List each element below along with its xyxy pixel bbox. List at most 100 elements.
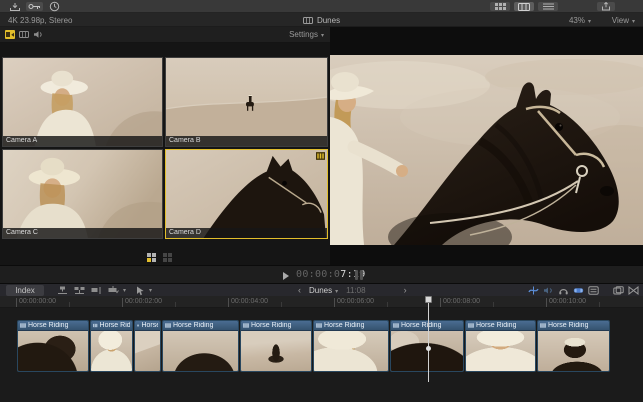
audio-meters-button[interactable]: [355, 270, 363, 280]
angle-label: Camera D: [166, 228, 327, 238]
share-button[interactable]: [597, 2, 615, 11]
angle-grid-16-icon[interactable]: [162, 252, 173, 263]
timeline-clip[interactable]: Horse Riding: [240, 320, 312, 372]
overwrite-edit-icon[interactable]: [108, 286, 119, 295]
clip-appearance-icon[interactable]: [588, 286, 599, 295]
timeline-clip[interactable]: Horse Riding: [162, 320, 239, 372]
timeline-clip[interactable]: Horse Riding: [313, 320, 389, 372]
camera-b-thumbnail: [166, 58, 327, 146]
playhead-handle[interactable]: [425, 296, 432, 303]
clip-thumbnail: [391, 331, 463, 371]
filmstrip-view-icon: [518, 3, 530, 11]
clip-title: Horse Riding: [548, 322, 588, 329]
viewer-title: Dunes: [0, 16, 643, 25]
clip-filmstrip-icon: [165, 323, 171, 328]
camera-c-thumbnail: [3, 150, 162, 238]
keyword-editor-button[interactable]: [26, 2, 43, 11]
angle-label: Camera C: [3, 228, 162, 238]
timeline-index-button[interactable]: Index: [6, 285, 44, 296]
angle-grid-size-buttons: [146, 252, 173, 263]
main-viewer: [330, 27, 643, 265]
clip-thumbnail: [135, 331, 160, 371]
timeline-project-menu[interactable]: Dunes: [309, 286, 338, 295]
timeline-clip[interactable]: Horse Riding: [90, 320, 133, 372]
info-bar: 4K 23.98p, Stereo Dunes 43% View: [0, 13, 643, 27]
clip-thumbnail: [163, 331, 238, 371]
connect-edit-icon[interactable]: [57, 286, 68, 295]
skimming-icon[interactable]: [528, 286, 539, 295]
next-project-chevron-icon[interactable]: ›: [404, 286, 407, 295]
ruler-timecode-label: 00:00:08:00: [443, 298, 480, 305]
clip-thumbnail: [241, 331, 311, 371]
timeline-clip[interactable]: Horse Riding: [465, 320, 536, 372]
switch-audio-icon: [33, 30, 43, 39]
timeline-clip-area: Horse Riding Horse Riding: [0, 308, 643, 402]
clip-title: Horse Riding: [100, 322, 130, 329]
tool-select-icon[interactable]: [136, 286, 145, 296]
background-tasks-icon: [49, 1, 60, 12]
clip-title-bar: Horse Riding: [538, 321, 609, 331]
main-toolbar: [0, 0, 643, 13]
switch-video-audio-icon: [5, 30, 15, 39]
switch-audio-only-button[interactable]: [33, 30, 43, 41]
active-video-angle-icon: [316, 152, 325, 160]
solo-icon[interactable]: [558, 286, 569, 295]
ruler-timecode-label: 00:00:00:00: [19, 298, 56, 305]
transitions-browser-icon[interactable]: [628, 286, 639, 295]
angle-grid-4-icon[interactable]: [146, 252, 157, 263]
timeline-clip[interactable]: Horse Riding: [537, 320, 610, 372]
clip-title: Horse Riding: [324, 322, 364, 329]
browser-grid-view-button[interactable]: [490, 2, 510, 11]
tool-menu-caret[interactable]: [146, 285, 152, 294]
import-icon: [9, 2, 21, 12]
angle-camera-d[interactable]: Camera D: [165, 149, 328, 239]
clip-title-bar: Horse Riding: [241, 321, 311, 331]
background-tasks-button[interactable]: [48, 2, 60, 11]
effects-browser-icon[interactable]: [613, 286, 624, 295]
viewer-zoom-menu[interactable]: 43%: [569, 16, 591, 25]
clip-title-bar: Horse Riding: [314, 321, 388, 331]
project-title-text: Dunes: [317, 16, 340, 25]
edit-options-caret[interactable]: [120, 285, 126, 294]
clip-thumbnail: [314, 331, 388, 371]
angle-camera-c[interactable]: Camera C: [2, 149, 163, 239]
final-cut-pro-window: 4K 23.98p, Stereo Dunes 43% View: [0, 0, 643, 402]
clip-title-bar: Horse Riding: [135, 321, 160, 331]
clip-title: Horse Riding: [401, 322, 441, 329]
key-icon: [28, 3, 41, 10]
snapping-icon[interactable]: [573, 286, 584, 295]
clip-title: Horse Riding: [28, 322, 68, 329]
append-edit-icon[interactable]: [91, 286, 102, 295]
viewer-view-menu[interactable]: View: [612, 16, 635, 25]
timeline-clip[interactable]: Horse Riding: [134, 320, 161, 372]
clip-title: Horse Riding: [141, 322, 158, 329]
angle-camera-b[interactable]: Camera B: [165, 57, 328, 147]
play-icon[interactable]: [283, 272, 289, 280]
playhead-skimmer-dot: [426, 346, 431, 351]
timeline-ruler[interactable]: 00:00:00:00 00:00:02:00 00:00:04:00 00:0…: [0, 296, 643, 308]
angle-label: Camera A: [3, 136, 162, 146]
angle-camera-a[interactable]: Camera A: [2, 57, 163, 147]
clip-thumbnail: [466, 331, 535, 371]
audio-skimming-icon[interactable]: [543, 286, 554, 295]
insert-edit-icon[interactable]: [74, 286, 85, 295]
project-filmstrip-icon: [303, 17, 313, 24]
timeline-clip[interactable]: Horse Riding: [17, 320, 89, 372]
switch-video-only-button[interactable]: [19, 30, 29, 41]
clip-title-bar: Horse Riding: [466, 321, 535, 331]
timeline-toolbar: Index ‹ Dunes 11:08 ›: [0, 283, 643, 296]
clip-title: Horse Riding: [173, 322, 213, 329]
previous-project-chevron-icon[interactable]: ‹: [298, 286, 301, 295]
timecode-prefix: 00:00:0: [296, 269, 340, 280]
playhead[interactable]: [428, 296, 429, 382]
switch-video-audio-button[interactable]: [5, 30, 15, 39]
browser-list-view-button[interactable]: [538, 2, 558, 11]
clip-title-bar: Horse Riding: [391, 321, 463, 331]
angle-settings-menu[interactable]: Settings: [289, 30, 324, 39]
clip-filmstrip-icon: [393, 323, 399, 328]
clip-title-bar: Horse Riding: [163, 321, 238, 331]
browser-filmstrip-view-button[interactable]: [514, 2, 534, 11]
clip-filmstrip-icon: [468, 323, 474, 328]
import-media-button[interactable]: [8, 2, 22, 11]
ruler-timecode-label: 00:00:06:00: [337, 298, 374, 305]
